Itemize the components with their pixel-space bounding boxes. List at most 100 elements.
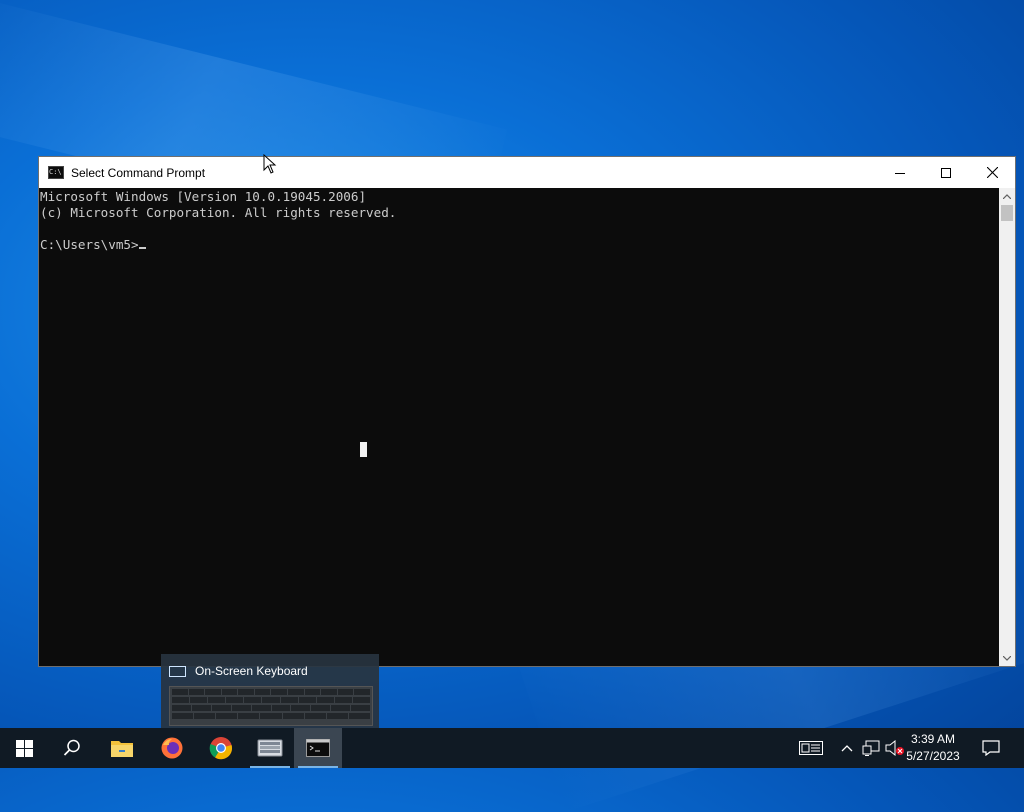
kb-key	[348, 713, 370, 719]
kb-key	[172, 713, 194, 719]
network-status-button[interactable]	[860, 728, 882, 768]
kb-key	[351, 705, 371, 711]
kb-key	[298, 697, 316, 703]
on-screen-keyboard-button[interactable]	[246, 728, 294, 768]
selection-cursor	[360, 442, 367, 457]
console-line: Microsoft Windows [Version 10.0.19045.20…	[40, 189, 367, 204]
keyboard-app-icon	[257, 739, 283, 757]
kb-key	[216, 713, 238, 719]
kb-key	[331, 705, 351, 711]
clock-date: 5/27/2023	[906, 749, 960, 763]
cmd-app-icon[interactable]: C:\.	[48, 166, 64, 179]
kb-key	[311, 705, 331, 711]
minimize-button[interactable]	[877, 157, 923, 188]
network-icon	[862, 740, 880, 756]
maximize-button[interactable]	[923, 157, 969, 188]
kb-key	[208, 697, 226, 703]
taskbar-thumbnail-preview[interactable]: On-Screen Keyboard	[161, 654, 379, 728]
chrome-button[interactable]	[197, 728, 245, 768]
kb-key	[188, 689, 205, 695]
scroll-up-button[interactable]	[999, 188, 1015, 204]
scroll-thumb[interactable]	[1001, 205, 1013, 221]
chevron-up-icon	[1003, 193, 1011, 199]
vertical-scrollbar[interactable]	[999, 188, 1015, 666]
kb-key	[190, 697, 208, 703]
kb-key	[334, 697, 352, 703]
window-controls	[877, 157, 1015, 188]
maximize-icon	[941, 167, 951, 178]
kb-key	[321, 689, 337, 695]
window-titlebar[interactable]: C:\. Select Command Prompt	[39, 157, 1015, 188]
kb-key	[280, 697, 298, 703]
kb-key	[260, 713, 282, 719]
kb-key	[194, 713, 216, 719]
kb-key	[221, 689, 238, 695]
kb-key	[326, 713, 348, 719]
kb-key	[205, 689, 221, 695]
kb-key	[238, 689, 254, 695]
news-icon	[799, 741, 823, 755]
console-output[interactable]: Microsoft Windows [Version 10.0.19045.20…	[39, 188, 999, 666]
windows-logo-icon	[15, 739, 33, 757]
kb-key	[316, 697, 334, 703]
console-prompt: C:\Users\vm5>	[40, 237, 139, 252]
news-widget-button[interactable]	[796, 728, 826, 768]
chevron-up-icon	[841, 745, 853, 752]
notification-icon	[982, 740, 1000, 756]
text-cursor	[138, 247, 146, 249]
taskbar-clock[interactable]: 3:39 AM 5/27/2023	[898, 731, 968, 765]
terminal-icon	[306, 739, 330, 757]
thumbnail-title-text: On-Screen Keyboard	[195, 664, 308, 678]
notifications-button[interactable]	[976, 728, 1006, 768]
keyboard-icon	[169, 665, 186, 677]
kb-key	[352, 697, 371, 703]
kb-key	[251, 705, 271, 711]
kb-key	[172, 705, 191, 711]
kb-row	[172, 705, 371, 711]
kb-key	[262, 697, 280, 703]
mouse-pointer-icon	[263, 154, 277, 174]
firefox-button[interactable]	[148, 728, 196, 768]
kb-key	[288, 689, 304, 695]
minimize-icon	[895, 172, 905, 174]
kb-key	[172, 697, 190, 703]
kb-key	[238, 713, 260, 719]
kb-key	[244, 697, 262, 703]
folder-icon	[111, 741, 133, 757]
kb-row	[172, 689, 370, 695]
scroll-down-button[interactable]	[999, 650, 1015, 666]
show-hidden-icons-button[interactable]	[838, 728, 856, 768]
clock-time: 3:39 AM	[910, 732, 956, 746]
close-button[interactable]	[969, 157, 1015, 188]
search-icon	[63, 739, 80, 756]
kb-row	[172, 713, 370, 719]
kb-key	[337, 689, 354, 695]
console-prompt-line[interactable]: C:\Users\vm5>	[40, 237, 999, 253]
command-prompt-taskbar-button[interactable]	[294, 728, 342, 768]
kb-key	[354, 689, 370, 695]
console-line: (c) Microsoft Corporation. All rights re…	[40, 205, 397, 220]
file-explorer-button[interactable]	[98, 728, 146, 768]
kb-key	[172, 689, 188, 695]
kb-key	[191, 705, 211, 711]
close-icon	[986, 167, 998, 178]
kb-key	[211, 705, 231, 711]
taskbar: 3:39 AM 5/27/2023	[0, 728, 1024, 768]
kb-key	[304, 713, 326, 719]
start-button[interactable]	[0, 728, 48, 768]
search-button[interactable]	[48, 728, 96, 768]
kb-key	[271, 689, 288, 695]
kb-key	[226, 697, 244, 703]
chrome-icon	[209, 737, 233, 760]
command-prompt-window[interactable]: C:\. Select Command Prompt Microsoft Win…	[38, 156, 1016, 667]
thumbnail-title: On-Screen Keyboard	[169, 664, 308, 678]
keyboard-preview-image[interactable]	[169, 686, 373, 726]
window-title: Select Command Prompt	[71, 165, 206, 180]
firefox-icon	[161, 737, 183, 759]
kb-key	[282, 713, 304, 719]
chevron-down-icon	[1003, 655, 1011, 661]
kb-key	[231, 705, 251, 711]
kb-key	[254, 689, 271, 695]
kb-key	[304, 689, 321, 695]
